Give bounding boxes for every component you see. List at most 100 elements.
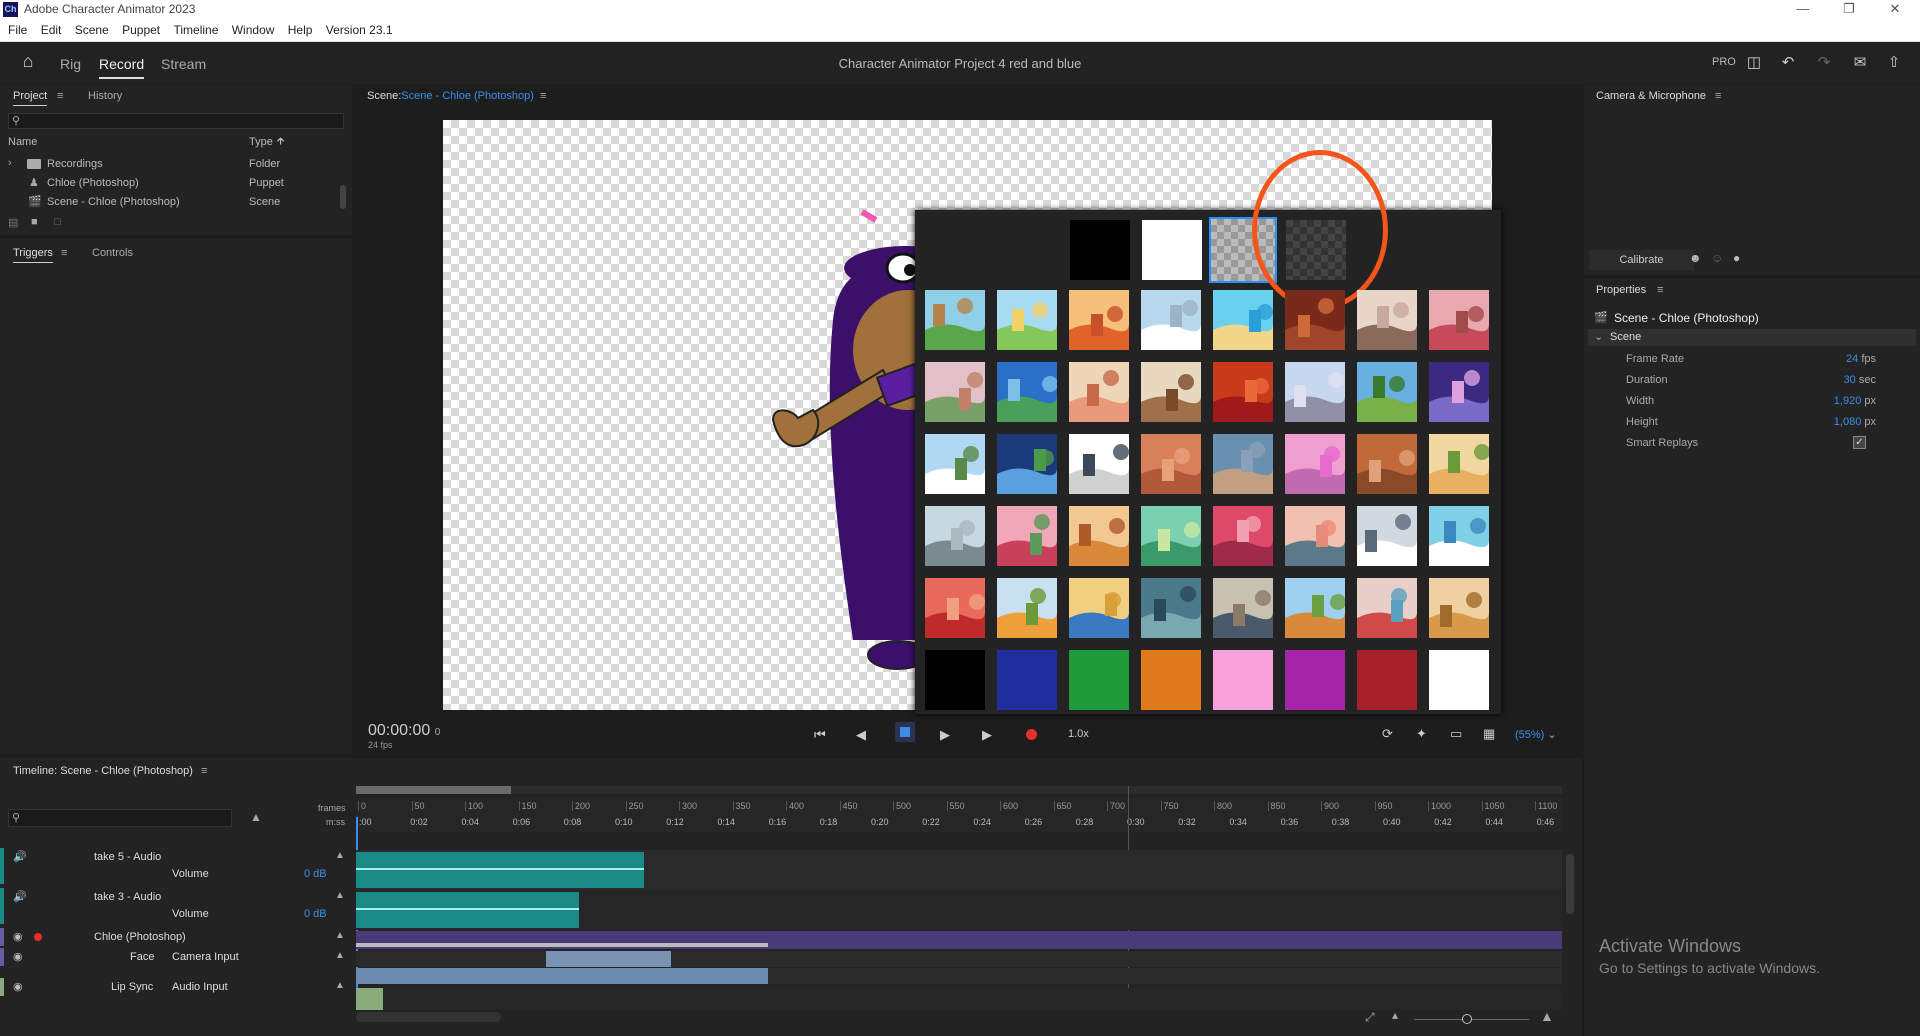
scene-name[interactable]: Scene - Chloe (Photoshop): [401, 90, 534, 102]
bg-scene-thumbnail[interactable]: [1069, 434, 1129, 494]
arm-icon[interactable]: ▲: [335, 980, 345, 991]
bg-scene-thumbnail[interactable]: [925, 290, 985, 350]
new-item-icon[interactable]: □: [54, 216, 61, 228]
menu-window[interactable]: Window: [232, 20, 275, 41]
property-value[interactable]: 30 sec: [1764, 374, 1876, 386]
menu-puppet[interactable]: Puppet: [122, 20, 160, 41]
loop-icon[interactable]: ⟳: [1382, 726, 1393, 742]
audio-clip-take5[interactable]: [356, 852, 644, 888]
track-row[interactable]: 🔊 take 5 - Audio Volume 0 dB ▲: [0, 848, 352, 884]
bg-scene-thumbnail[interactable]: [1069, 506, 1129, 566]
camera-input-clip[interactable]: [356, 968, 768, 984]
zoom-out-icon[interactable]: ▴: [1392, 1008, 1398, 1022]
bg-swatch-black-transparent[interactable]: [1070, 220, 1130, 280]
new-folder-icon[interactable]: ■: [31, 216, 38, 228]
bg-scene-thumbnail[interactable]: [997, 290, 1057, 350]
project-item-scene[interactable]: 🎬 Scene - Chloe (Photoshop) Scene: [0, 194, 340, 212]
arm-icon[interactable]: ▲: [335, 890, 345, 901]
bg-scene-thumbnail[interactable]: [1285, 506, 1345, 566]
undo-icon[interactable]: ↶: [1778, 54, 1798, 72]
bg-solid-color-swatch[interactable]: [925, 650, 985, 710]
volume-line[interactable]: [356, 868, 644, 870]
track-volume-value[interactable]: 0 dB: [304, 868, 327, 880]
bg-scene-thumbnail[interactable]: [925, 362, 985, 422]
bg-scene-thumbnail[interactable]: [1069, 362, 1129, 422]
speaker-icon[interactable]: 🔊: [13, 890, 27, 903]
bg-swatch-white[interactable]: [1142, 220, 1202, 280]
tab-controls[interactable]: Controls: [92, 247, 133, 259]
property-number[interactable]: 1,920: [1834, 395, 1862, 407]
zoom-slider-thumb[interactable]: [1462, 1014, 1472, 1024]
redo-icon[interactable]: ↷: [1814, 54, 1834, 72]
zoom-in-icon[interactable]: ▲: [1540, 1008, 1554, 1024]
expand-chevron-icon[interactable]: ›: [8, 157, 12, 169]
bg-scene-thumbnail[interactable]: [1141, 434, 1201, 494]
step-forward-icon[interactable]: ▶: [982, 727, 992, 743]
bg-solid-color-swatch[interactable]: [1285, 650, 1345, 710]
bg-scene-thumbnail[interactable]: [1213, 362, 1273, 422]
bg-scene-thumbnail[interactable]: [997, 506, 1057, 566]
menu-scene[interactable]: Scene: [75, 20, 109, 41]
menu-timeline[interactable]: Timeline: [173, 20, 218, 41]
stop-button[interactable]: [895, 722, 915, 742]
bg-solid-color-swatch[interactable]: [1141, 650, 1201, 710]
project-item-puppet[interactable]: ♟ Chloe (Photoshop) Puppet: [0, 175, 340, 193]
property-number[interactable]: 24: [1846, 353, 1858, 365]
bg-scene-thumbnail[interactable]: [1213, 578, 1273, 638]
property-value[interactable]: 24 fps: [1764, 353, 1876, 365]
bg-solid-color-swatch[interactable]: [1213, 650, 1273, 710]
puppet-track-bar[interactable]: [356, 931, 1562, 949]
tab-history[interactable]: History: [88, 90, 122, 102]
volume-line[interactable]: [356, 908, 579, 910]
bg-scene-thumbnail[interactable]: [1069, 290, 1129, 350]
timeline-vertical-scrollbar[interactable]: [1566, 854, 1574, 914]
project-search-input[interactable]: ⚲: [8, 113, 344, 129]
property-value[interactable]: 1,920 px: [1764, 395, 1876, 407]
bg-scene-thumbnail[interactable]: [1357, 290, 1417, 350]
output-icon[interactable]: ▭: [1450, 726, 1462, 742]
playback-speed[interactable]: 1.0x: [1068, 728, 1089, 740]
arm-icon[interactable]: ▲: [335, 950, 345, 961]
scene-section-header[interactable]: ⌄ Scene: [1588, 329, 1916, 346]
bg-scene-thumbnail[interactable]: [925, 506, 985, 566]
body-tracking-icon[interactable]: ☺: [1711, 251, 1723, 265]
smart-replays-checkbox[interactable]: ✓: [1853, 436, 1866, 449]
menu-edit[interactable]: Edit: [41, 20, 62, 41]
bg-scene-thumbnail[interactable]: [1141, 290, 1201, 350]
bg-solid-color-swatch[interactable]: [1429, 650, 1489, 710]
share-icon[interactable]: ⇧: [1884, 54, 1904, 72]
bg-scene-thumbnail[interactable]: [1285, 362, 1345, 422]
record-button[interactable]: [1026, 729, 1037, 740]
mesh-icon[interactable]: ✦: [1416, 726, 1427, 742]
bg-solid-color-swatch[interactable]: [1357, 650, 1417, 710]
property-number[interactable]: 30: [1844, 374, 1856, 386]
background-icon[interactable]: ▦: [1483, 726, 1495, 742]
bg-scene-thumbnail[interactable]: [1429, 506, 1489, 566]
eye-icon[interactable]: ◉: [13, 980, 23, 993]
eye-icon[interactable]: ◉: [13, 930, 23, 943]
bg-scene-thumbnail[interactable]: [1213, 506, 1273, 566]
scene-menu-icon[interactable]: ≡: [540, 90, 546, 102]
lip-sync-clip[interactable]: [356, 988, 383, 1010]
audio-clip-take3[interactable]: [356, 892, 579, 928]
puppet-take-bar[interactable]: [356, 943, 768, 947]
bg-scene-thumbnail[interactable]: [1429, 362, 1489, 422]
maximize-button[interactable]: ❐: [1826, 0, 1872, 20]
track-row[interactable]: ◉ Lip Sync Audio Input ▲: [0, 978, 352, 1014]
face-take-clip[interactable]: [546, 951, 671, 967]
feedback-icon[interactable]: ✉: [1850, 54, 1870, 72]
bg-scene-thumbnail[interactable]: [997, 362, 1057, 422]
bg-scene-thumbnail[interactable]: [1357, 578, 1417, 638]
bg-solid-color-swatch[interactable]: [1069, 650, 1129, 710]
properties-menu-icon[interactable]: ≡: [1657, 284, 1663, 296]
bg-scene-thumbnail[interactable]: [1285, 578, 1345, 638]
column-name[interactable]: Name: [8, 136, 37, 148]
timeline-menu-icon[interactable]: ≡: [201, 765, 207, 777]
bg-scene-thumbnail[interactable]: [1285, 434, 1345, 494]
triggers-menu-icon[interactable]: ≡: [61, 247, 67, 259]
property-value[interactable]: 1,080 px: [1764, 416, 1876, 428]
work-area-bar[interactable]: [356, 786, 1562, 794]
bg-scene-thumbnail[interactable]: [1357, 506, 1417, 566]
eye-icon[interactable]: ◉: [13, 950, 23, 963]
zoom-level[interactable]: (55%) ⌄: [1515, 728, 1557, 741]
